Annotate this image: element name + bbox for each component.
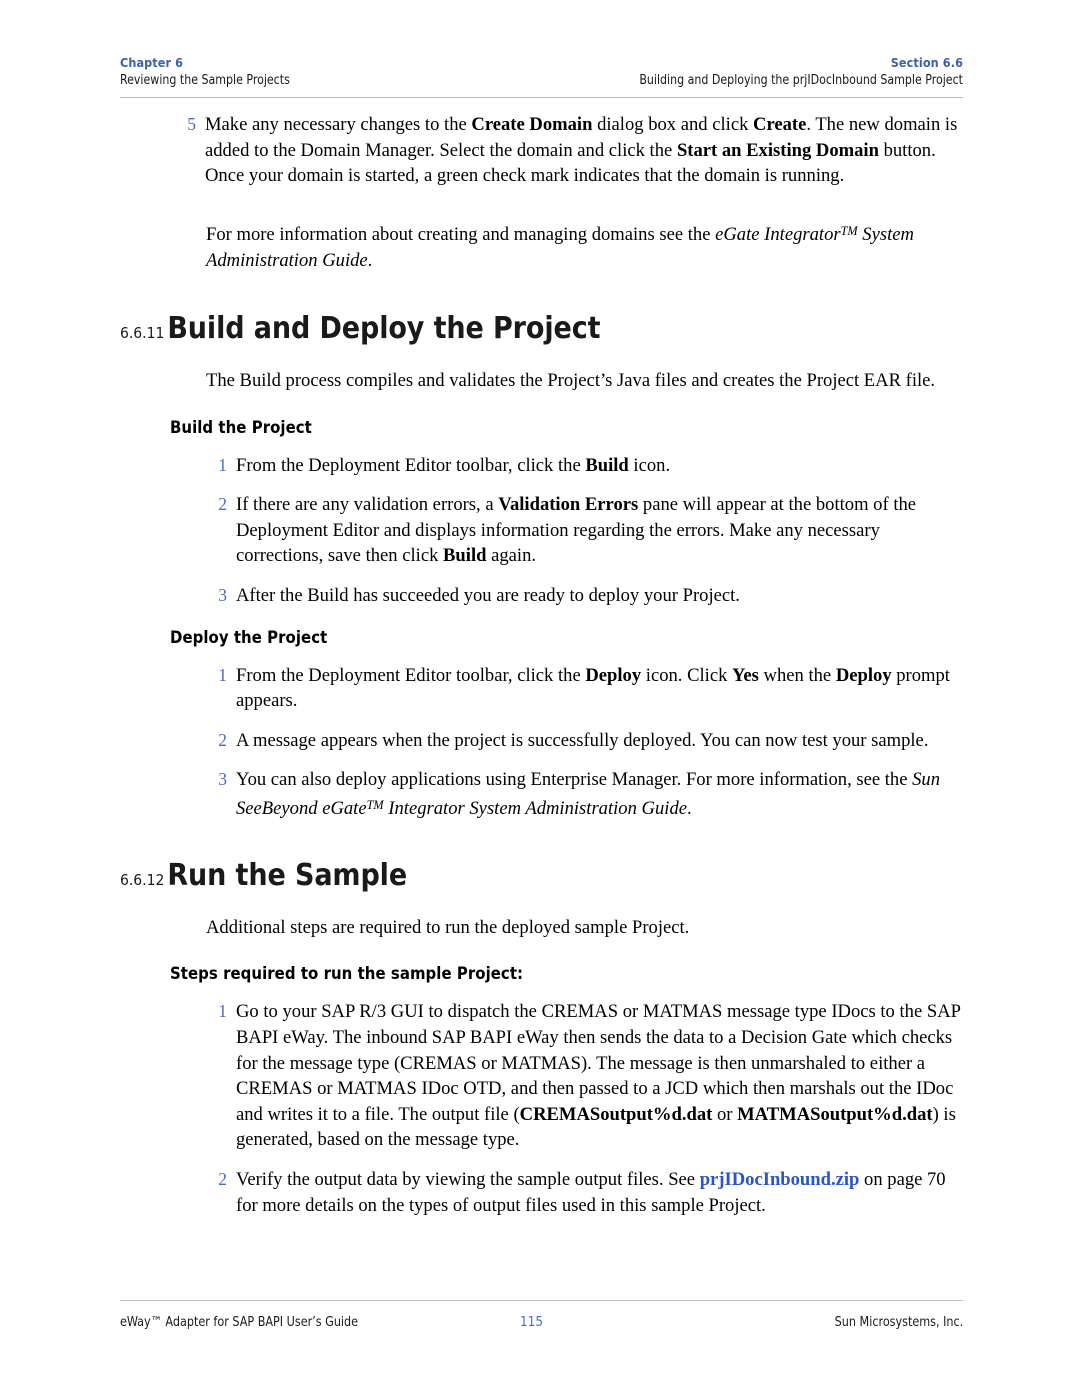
list-item-number: 1 bbox=[218, 664, 227, 685]
footer-company: Sun Microsystems, Inc. bbox=[834, 1315, 963, 1330]
section-intro-paragraph: Additional steps are required to run the… bbox=[206, 916, 690, 938]
footer-guide-title: eWay™ Adapter for SAP BAPI User’s Guide bbox=[120, 1315, 359, 1330]
list-item: 5 Make any necessary changes to the Crea… bbox=[177, 112, 963, 189]
list-item-number: 2 bbox=[218, 1168, 227, 1189]
list-item: 3 After the Build has succeeded you are … bbox=[208, 583, 963, 609]
list-item: 1 From the Deployment Editor toolbar, cl… bbox=[208, 663, 963, 714]
list-item-number: 2 bbox=[218, 494, 227, 515]
cross-reference-paragraph: For more information about creating and … bbox=[206, 223, 914, 271]
subheading-steps-required: Steps required to run the sample Project… bbox=[170, 964, 524, 984]
list-item-text: Make any necessary changes to the Create… bbox=[205, 114, 958, 187]
list-item: 2 A message appears when the project is … bbox=[208, 728, 963, 754]
list-item: 1 From the Deployment Editor toolbar, cl… bbox=[208, 453, 963, 479]
continued-procedure-list: 5 Make any necessary changes to the Crea… bbox=[177, 112, 963, 189]
subheading-build-the-project: Build the Project bbox=[170, 417, 312, 437]
section-heading-6-6-12: 6.6.12 Run the Sample bbox=[120, 858, 1080, 893]
list-item: 2 Verify the output data by viewing the … bbox=[208, 1167, 963, 1218]
section-title: Build and Deploy the Project bbox=[167, 311, 601, 347]
section-title: Run the Sample bbox=[167, 857, 408, 893]
list-item-text: Go to your SAP R/3 GUI to dispatch the C… bbox=[236, 1001, 961, 1151]
subheading-deploy-the-project: Deploy the Project bbox=[170, 627, 328, 647]
page-header: Chapter 6 Reviewing the Sample Projects … bbox=[120, 55, 963, 88]
header-right: Section 6.6 Building and Deploying the p… bbox=[615, 55, 963, 88]
footer-divider bbox=[120, 1300, 963, 1301]
list-item-number: 2 bbox=[218, 729, 227, 750]
header-left: Chapter 6 Reviewing the Sample Projects bbox=[120, 55, 303, 88]
list-item-number: 3 bbox=[218, 769, 227, 790]
list-item-text: A message appears when the project is su… bbox=[236, 729, 929, 751]
header-row: Chapter 6 Reviewing the Sample Projects … bbox=[120, 55, 963, 88]
build-steps-list: 1 From the Deployment Editor toolbar, cl… bbox=[208, 453, 963, 609]
list-item-text: From the Deployment Editor toolbar, clic… bbox=[236, 664, 950, 712]
page-content: 5 Make any necessary changes to the Crea… bbox=[0, 112, 1080, 1232]
deploy-steps-list: 1 From the Deployment Editor toolbar, cl… bbox=[208, 663, 963, 822]
section-number: 6.6.11 bbox=[120, 324, 165, 343]
list-item: 1 Go to your SAP R/3 GUI to dispatch the… bbox=[208, 999, 963, 1153]
header-chapter-title: Reviewing the Sample Projects bbox=[120, 72, 290, 88]
list-item-number: 1 bbox=[218, 454, 227, 475]
header-section-label: Section 6.6 bbox=[890, 55, 963, 70]
list-item-number: 5 bbox=[187, 114, 196, 134]
footer-page-number: 115 bbox=[520, 1315, 543, 1330]
page-footer: eWay™ Adapter for SAP BAPI User’s Guide … bbox=[120, 1315, 963, 1330]
list-item: 2 If there are any validation errors, a … bbox=[208, 492, 963, 569]
list-item-text: After the Build has succeeded you are re… bbox=[236, 585, 740, 607]
list-item-text: Verify the output data by viewing the sa… bbox=[236, 1168, 946, 1216]
list-item-number: 1 bbox=[218, 1001, 227, 1022]
header-divider bbox=[120, 97, 963, 98]
header-section-title: Building and Deploying the prjIDocInboun… bbox=[639, 72, 963, 88]
list-item-text: From the Deployment Editor toolbar, clic… bbox=[236, 454, 671, 476]
list-item-text: If there are any validation errors, a Va… bbox=[236, 494, 917, 567]
list-item-number: 3 bbox=[218, 585, 227, 606]
section-number: 6.6.12 bbox=[120, 870, 165, 889]
list-item: 3 You can also deploy applications using… bbox=[208, 767, 963, 821]
document-page: Chapter 6 Reviewing the Sample Projects … bbox=[0, 0, 1080, 1397]
section-intro-paragraph: The Build process compiles and validates… bbox=[206, 370, 936, 392]
run-sample-steps-list: 1 Go to your SAP R/3 GUI to dispatch the… bbox=[208, 999, 963, 1218]
list-item-text: You can also deploy applications using E… bbox=[236, 769, 941, 820]
section-heading-6-6-11: 6.6.11 Build and Deploy the Project bbox=[120, 311, 1080, 346]
header-chapter-label: Chapter 6 bbox=[120, 55, 184, 70]
